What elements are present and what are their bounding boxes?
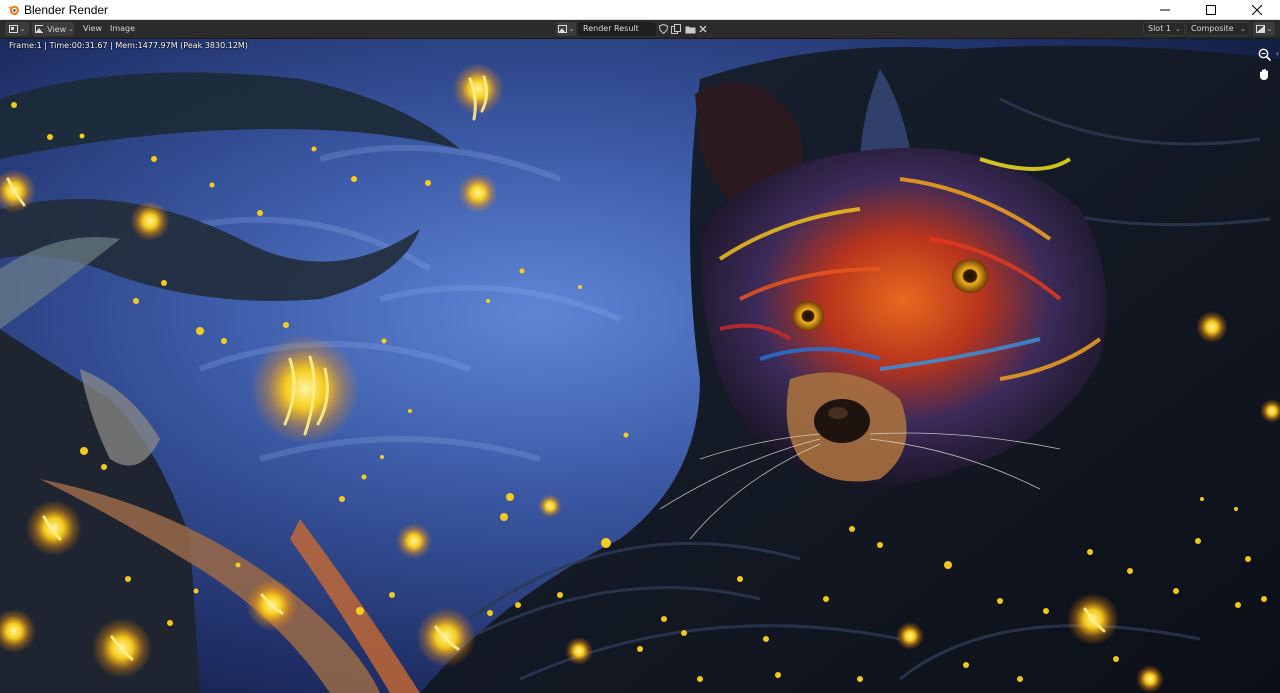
image-name-field[interactable]: Render Result (578, 22, 656, 36)
blender-logo-icon (6, 3, 20, 17)
fake-user-button[interactable] (656, 22, 670, 36)
menu-view[interactable]: View (80, 22, 105, 36)
close-icon (1252, 5, 1262, 15)
duplicate-icon (671, 24, 681, 34)
menu-image[interactable]: Image (107, 22, 138, 36)
minimize-button[interactable] (1142, 0, 1188, 20)
editor-type-button[interactable]: ⌄ (5, 22, 29, 36)
chevron-down-icon: ⌄ (1266, 25, 1273, 33)
view-mode-label: View (47, 24, 67, 34)
maximize-icon (1206, 5, 1216, 15)
render-stats: Frame:1 | Time:00:31.67 | Mem:1477.97M (… (9, 41, 248, 50)
render-result-image (0, 39, 1280, 693)
open-image-button[interactable] (683, 22, 697, 36)
render-viewport[interactable]: Frame:1 | Time:00:31.67 | Mem:1477.97M (… (0, 39, 1280, 693)
chevron-down-icon: ⌄ (19, 25, 26, 33)
maximize-button[interactable] (1188, 0, 1234, 20)
view-mode-button[interactable]: View ⌄ (32, 22, 74, 36)
window-controls (1142, 0, 1280, 20)
image-editor-header: ⌄ View ⌄ View Image ⌄ Render Result Slot… (0, 20, 1280, 39)
window-titlebar: Blender Render (0, 0, 1280, 20)
slot-dropdown[interactable]: Slot 1 ⌄ (1143, 22, 1185, 36)
chevron-down-icon: ⌄ (1240, 25, 1246, 33)
chevron-down-icon: ⌄ (568, 25, 575, 33)
display-channels-button[interactable]: ⌄ (1253, 22, 1275, 36)
image-browse-icon (557, 25, 567, 33)
image-editor-icon (8, 25, 18, 33)
unlink-image-button[interactable] (696, 22, 710, 36)
pan-gizmo[interactable] (1256, 66, 1272, 82)
shield-icon (658, 24, 668, 34)
hand-pan-icon (1260, 68, 1268, 80)
render-layer-dropdown[interactable]: Composite ⌄ (1186, 22, 1250, 36)
duplicate-button[interactable] (669, 22, 683, 36)
image-view-icon (35, 25, 44, 33)
image-browse-button[interactable]: ⌄ (556, 22, 576, 36)
render-layer-label: Composite (1191, 24, 1234, 33)
folder-icon (685, 26, 695, 33)
chevron-down-icon: ⌄ (1175, 25, 1181, 33)
chevron-down-icon: ⌄ (68, 25, 74, 33)
slot-label: Slot 1 (1148, 24, 1171, 33)
window-title: Blender Render (24, 2, 109, 17)
close-icon (699, 25, 707, 33)
display-channels-icon (1255, 25, 1265, 33)
close-window-button[interactable] (1234, 0, 1280, 20)
chevron-left-icon[interactable]: ‹ (1276, 49, 1279, 58)
minimize-icon (1160, 9, 1170, 11)
zoom-gizmo[interactable] (1256, 46, 1272, 62)
zoom-icon (1258, 48, 1271, 61)
